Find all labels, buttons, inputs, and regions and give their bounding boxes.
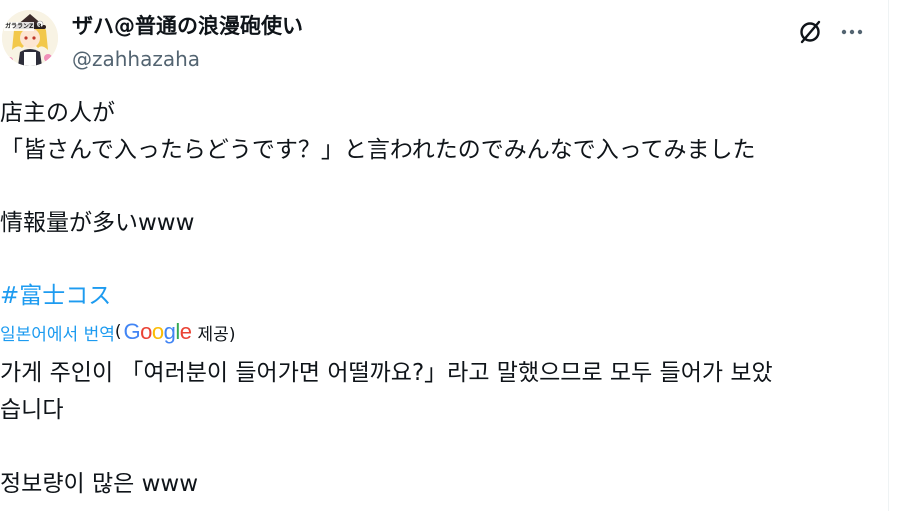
translated-text-line: 습니다 xyxy=(0,397,64,423)
avatar-image xyxy=(2,10,58,66)
avatar[interactable]: ガラランZ33 xyxy=(2,10,58,66)
translation-attribution: 일본어에서 번역 ( Google 제공) xyxy=(0,318,235,346)
translated-from-link[interactable]: 일본어에서 번역 xyxy=(0,320,115,345)
tweet-text-line: 「皆さんで入ったらどうです？」と言われたのでみんなで入ってみました xyxy=(0,137,756,163)
open-paren: ( xyxy=(114,322,122,342)
grok-slash-circle-icon[interactable] xyxy=(796,18,824,46)
author-display-name[interactable]: ザハ@普通の浪漫砲使い xyxy=(72,12,303,40)
provided-by-text: 제공) xyxy=(197,324,236,345)
hashtag-link[interactable]: #富士コス xyxy=(0,281,111,311)
translated-text-line: 정보량이 많은 www xyxy=(0,471,199,497)
translated-text-line: 가게 주인이 「여러분이 들어가면 어떨까요?」라고 말했으므로 모두 들어가 … xyxy=(0,360,773,386)
tweet-text-line: 店主の人が xyxy=(0,100,115,126)
more-horizontal-icon[interactable] xyxy=(838,18,866,46)
column-border xyxy=(888,0,889,511)
tweet-text-line: 情報量が多いwww xyxy=(0,210,195,236)
google-logo: Google xyxy=(123,319,193,344)
author-handle[interactable]: @zahhazaha xyxy=(72,46,200,72)
avatar-badge-text: ガラランZ33 xyxy=(5,23,42,30)
